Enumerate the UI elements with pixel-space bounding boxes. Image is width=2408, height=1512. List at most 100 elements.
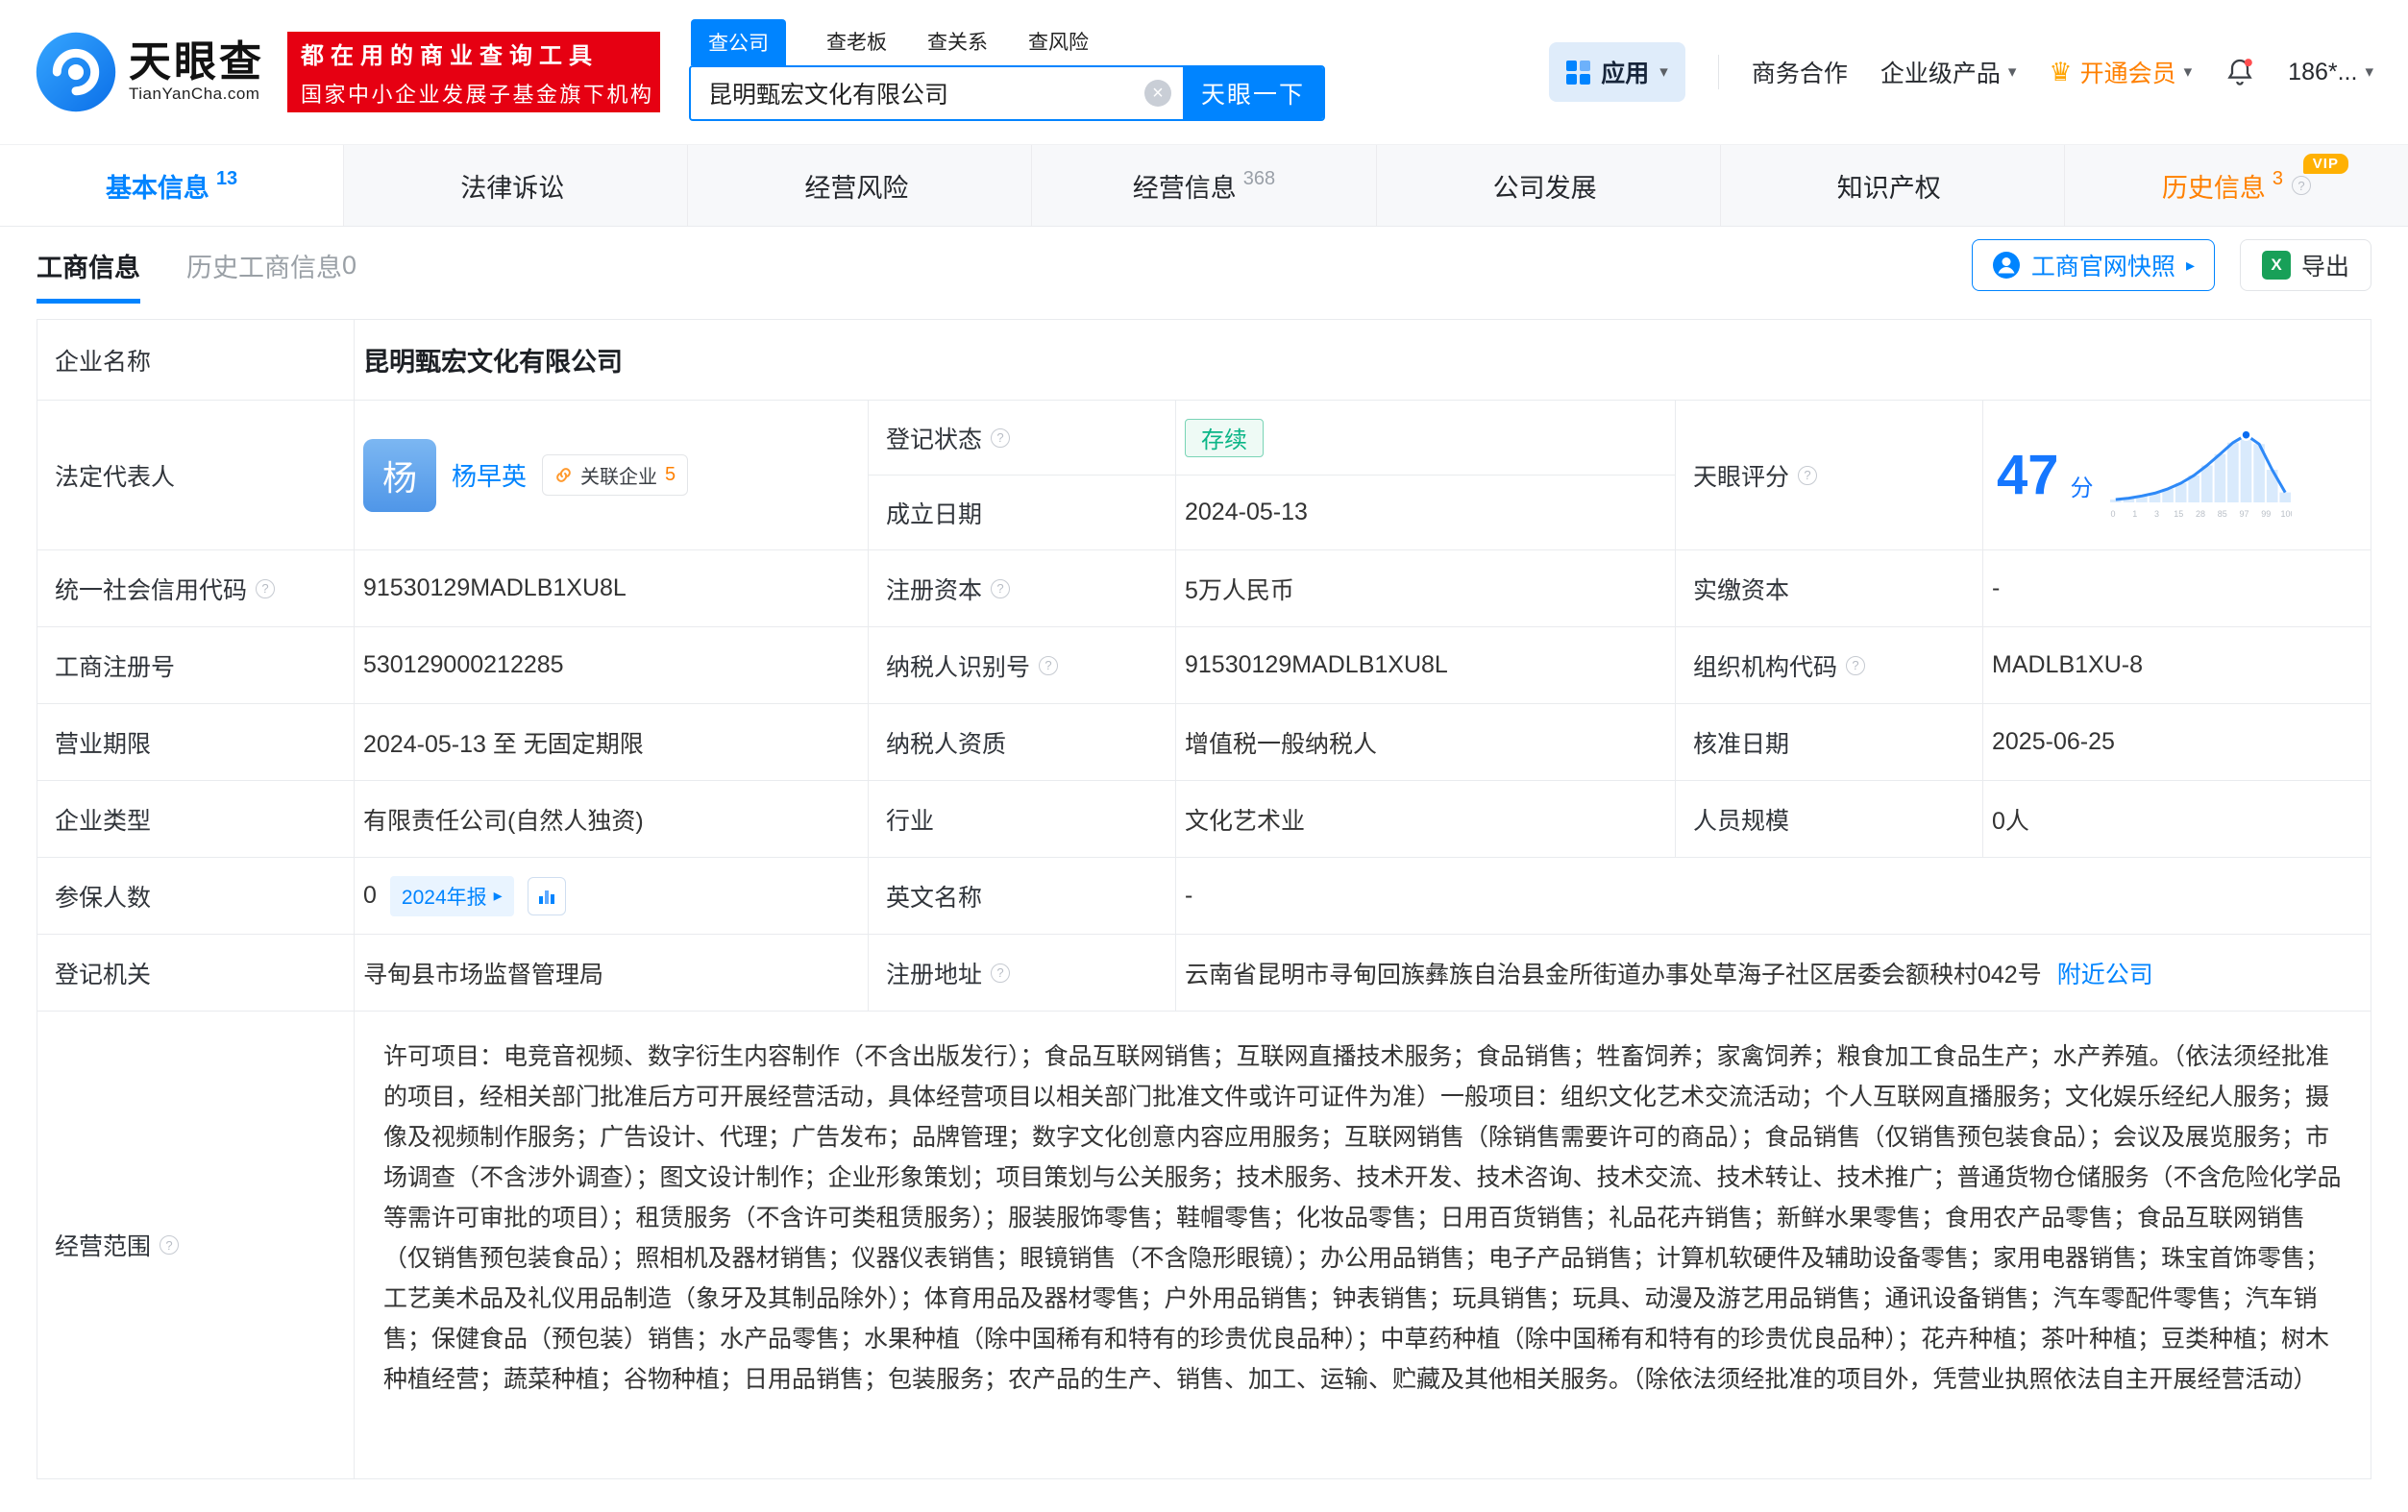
help-icon[interactable] (2292, 176, 2311, 195)
label-establish-date: 成立日期 (869, 476, 1176, 550)
insured-trend-button[interactable] (528, 877, 566, 915)
svg-text:15: 15 (2174, 509, 2183, 519)
divider (1718, 55, 1719, 89)
credit-code-value: 91530129MADLB1XU8L (355, 550, 869, 627)
tab-basic-info[interactable]: 基本信息13 (0, 145, 344, 226)
label-org-code: 组织机构代码 (1676, 627, 1983, 704)
clear-icon[interactable] (1144, 80, 1171, 107)
apps-grid-icon (1566, 61, 1590, 85)
tab-intellectual-property[interactable]: 知识产权 (1721, 145, 2065, 226)
label-business-scope: 经营范围 (37, 1012, 355, 1478)
help-icon[interactable] (1039, 656, 1058, 675)
label-company-name: 企业名称 (37, 320, 355, 401)
crown-icon (2049, 60, 2072, 85)
top-nav: 应用 商务合作 企业级产品 开通会员 186*... (1549, 42, 2373, 102)
label-reg-address: 注册地址 (869, 935, 1176, 1012)
taxpayer-id-value: 91530129MADLB1XU8L (1176, 627, 1676, 704)
legal-rep-cell: 杨 杨早英 关联企业 5 (355, 401, 869, 550)
notification-bell[interactable] (2224, 56, 2255, 88)
help-icon[interactable] (256, 579, 275, 598)
search-tabs: 查公司 查老板 查关系 查风险 (689, 23, 1325, 65)
brand-name: 天眼查 (129, 40, 264, 85)
help-icon[interactable] (991, 579, 1010, 598)
caret-down-icon (2008, 62, 2017, 82)
legal-rep-link[interactable]: 杨早英 (452, 457, 527, 493)
score-value: 47 (1997, 448, 2059, 503)
subtab-history-business-info[interactable]: 历史工商信息0 (186, 227, 356, 304)
status-badge: 存续 (1185, 419, 1264, 457)
legal-rep-avatar[interactable]: 杨 (363, 439, 436, 512)
search-button[interactable]: 天眼一下 (1183, 67, 1323, 119)
company-type-value: 有限责任公司(自然人独资) (355, 781, 869, 858)
tab-company-development[interactable]: 公司发展 (1377, 145, 1721, 226)
tianyancha-logo[interactable]: 天眼查 TianYanCha.com (35, 31, 264, 113)
reg-status-cell: 存续 (1176, 401, 1676, 476)
search-tab-relation[interactable]: 查关系 (927, 27, 988, 65)
bell-icon (2224, 56, 2255, 88)
tianyancha-logo-icon (35, 31, 117, 113)
help-icon[interactable] (991, 963, 1010, 983)
apps-menu-button[interactable]: 应用 (1549, 42, 1685, 102)
label-taxpayer-id: 纳税人识别号 (869, 627, 1176, 704)
brand-domain: TianYanCha.com (129, 85, 264, 104)
snapshot-icon (1992, 251, 2021, 280)
label-insured-count: 参保人数 (37, 858, 355, 935)
arrow-right-icon (2186, 256, 2195, 276)
apps-label: 应用 (1601, 55, 1649, 89)
tab-legal[interactable]: 法律诉讼 (344, 145, 688, 226)
export-button[interactable]: X 导出 (2240, 239, 2371, 291)
label-business-term: 营业期限 (37, 704, 355, 781)
caret-down-icon (1659, 62, 1668, 82)
industry-value: 文化艺术业 (1176, 781, 1676, 858)
svg-text:97: 97 (2239, 509, 2248, 519)
arrow-right-icon (494, 886, 503, 906)
org-code-value: MADLB1XU-8 (1983, 627, 2371, 704)
tyc-score-cell[interactable]: 47 分 0131528859799100 (1983, 401, 2371, 550)
svg-text:100: 100 (2280, 509, 2292, 519)
label-industry: 行业 (869, 781, 1176, 858)
official-snapshot-button[interactable]: 工商官网快照 (1972, 239, 2215, 291)
score-chart: 0131528859799100 (2109, 431, 2292, 520)
search-box: 天眼一下 (689, 65, 1325, 121)
company-name-value: 昆明甄宏文化有限公司 (355, 320, 2371, 401)
reg-address-value: 云南省昆明市寻甸回族彝族自治县金所街道办事处草海子社区居委会额秧村042号 (1185, 956, 2042, 990)
search-input[interactable] (691, 67, 1144, 119)
business-term-value: 2024-05-13 至 无固定期限 (355, 704, 869, 781)
svg-text:28: 28 (2196, 509, 2205, 519)
establish-date-value: 2024-05-13 (1176, 476, 1676, 550)
staff-size-value: 0人 (1983, 781, 2371, 858)
svg-text:0: 0 (2110, 509, 2115, 519)
help-icon[interactable] (1846, 656, 1865, 675)
search-tab-boss[interactable]: 查老板 (826, 27, 887, 65)
insured-count-cell: 0 2024年报 (355, 858, 869, 935)
tab-operation-info[interactable]: 经营信息368 (1032, 145, 1376, 226)
sub-row-actions: 工商官网快照 X 导出 (1972, 239, 2371, 291)
subtab-business-info[interactable]: 工商信息 (37, 227, 140, 304)
help-icon[interactable] (991, 428, 1010, 448)
label-tyc-score: 天眼评分 (1676, 401, 1983, 550)
search-area: 查公司 查老板 查关系 查风险 天眼一下 (689, 23, 1325, 121)
search-tab-company[interactable]: 查公司 (691, 19, 786, 65)
svg-text:1: 1 (2132, 509, 2137, 519)
nav-open-vip[interactable]: 开通会员 (2049, 55, 2192, 89)
nav-cooperation[interactable]: 商务合作 (1752, 55, 1848, 89)
caret-down-icon (2365, 62, 2373, 82)
top-header: 天眼查 TianYanCha.com 都在用的商业查询工具 国家中小企业发展子基… (0, 0, 2408, 144)
approve-date-value: 2025-06-25 (1983, 704, 2371, 781)
business-info-table: 企业名称 昆明甄宏文化有限公司 法定代表人 杨 杨早英 关联企业 5 登记状态 … (37, 319, 2371, 1479)
tab-history-info[interactable]: VIP 历史信息3 (2065, 145, 2408, 226)
nav-enterprise-products[interactable]: 企业级产品 (1880, 55, 2017, 89)
annual-report-tag[interactable]: 2024年报 (390, 876, 514, 916)
label-reg-no: 工商注册号 (37, 627, 355, 704)
tab-operation-risk[interactable]: 经营风险 (688, 145, 1032, 226)
promo-banner-line1: 都在用的商业查询工具 (301, 37, 647, 70)
help-icon[interactable] (1798, 466, 1817, 485)
related-companies-badge[interactable]: 关联企业 5 (542, 454, 688, 496)
account-menu[interactable]: 186*... (2288, 59, 2373, 86)
nearby-companies-link[interactable]: 附近公司 (2057, 956, 2153, 990)
label-paid-capital: 实缴资本 (1676, 550, 1983, 627)
help-icon[interactable] (160, 1235, 179, 1255)
label-staff-size: 人员规模 (1676, 781, 1983, 858)
search-tab-risk[interactable]: 查风险 (1028, 27, 1089, 65)
insured-count-value: 0 (363, 882, 377, 910)
